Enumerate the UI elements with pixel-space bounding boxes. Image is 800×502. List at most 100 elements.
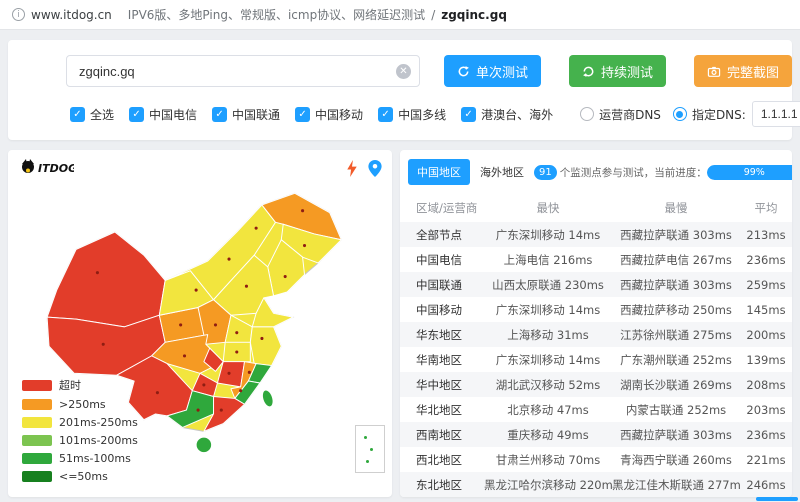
cell-fastest: 上海移动 31ms <box>484 322 612 347</box>
table-row[interactable]: 东北地区黑龙江哈尔滨移动 220ms黑龙江佳木斯联通 277ms246ms <box>400 472 792 497</box>
table-row[interactable]: 华东地区上海移动 31ms江苏徐州联通 275ms200ms <box>400 322 792 347</box>
latency-table-body: 全部节点广东深圳移动 14ms西藏拉萨联通 303ms213ms中国电信上海电信… <box>400 222 792 497</box>
map-legend: 超时 >250ms 201ms-250ms 101ms-200ms 51ms-100ms… <box>22 372 138 483</box>
progress-fill: 99% <box>707 165 792 180</box>
horizontal-scrollbar-thumb[interactable] <box>756 497 798 501</box>
cell-fastest: 黑龙江哈尔滨移动 220ms <box>484 472 612 497</box>
table-row[interactable]: 西北地区甘肃兰州移动 70ms青海西宁联通 260ms221ms <box>400 447 792 472</box>
cell-fastest: 北京移动 47ms <box>484 397 612 422</box>
checkbox-check-icon: ✓ <box>461 107 476 122</box>
lightning-icon[interactable] <box>346 160 358 177</box>
legend-item: 51ms-100ms <box>22 452 138 465</box>
checkbox-label: 全选 <box>90 106 114 123</box>
cell-region: 华北地区 <box>400 397 484 422</box>
site-info-icon[interactable]: i <box>12 8 25 21</box>
filter-row: ✓全选✓中国电信✓中国联通✓中国移动✓中国多线✓港澳台、海外 运营商DNS 指定… <box>8 87 792 127</box>
continuous-test-button[interactable]: 持续测试 <box>569 55 666 87</box>
checkbox-中国移动[interactable]: ✓中国移动 <box>295 106 363 123</box>
location-pin-icon[interactable] <box>368 160 382 177</box>
checkbox-中国多线[interactable]: ✓中国多线 <box>378 106 446 123</box>
cell-fastest: 湖北武汉移动 52ms <box>484 372 612 397</box>
cell-region: 全部节点 <box>400 222 484 247</box>
legend-label: 101ms-200ms <box>59 434 138 447</box>
checkbox-label: 中国电信 <box>149 106 197 123</box>
map-panel: ITDOG <box>8 150 392 497</box>
cell-avg: 139ms <box>740 347 792 372</box>
legend-item: 101ms-200ms <box>22 434 138 447</box>
checkbox-check-icon: ✓ <box>129 107 144 122</box>
cell-avg: 145ms <box>740 297 792 322</box>
table-row[interactable]: 西南地区重庆移动 49ms西藏拉萨联通 303ms236ms <box>400 422 792 447</box>
continuous-test-label: 持续测试 <box>601 62 653 81</box>
full-screenshot-button[interactable]: 完整截图 <box>694 55 792 87</box>
checkbox-中国电信[interactable]: ✓ 中国电信 <box>129 106 197 123</box>
radio-dns-label: 指定DNS: <box>692 106 746 123</box>
single-test-button[interactable]: 单次测试 <box>444 55 541 87</box>
legend-item: >250ms <box>22 398 138 411</box>
col-fastest: 最快 <box>484 194 612 222</box>
checkbox-全选[interactable]: ✓ 全选 <box>70 106 114 123</box>
checkbox-中国联通[interactable]: ✓中国联通 <box>212 106 280 123</box>
current-target-host: zgqinc.gq <box>441 8 507 22</box>
screen: i www.itdog.cn IPV6版、多地Ping、常规版、icmp协议、网… <box>0 0 800 502</box>
checkbox-check-icon: ✓ <box>70 107 85 122</box>
cell-region: 东北地区 <box>400 472 484 497</box>
col-region: 区域/运营商 <box>400 194 484 222</box>
cell-avg: 203ms <box>740 397 792 422</box>
radio-custom-dns[interactable]: 指定DNS: <box>673 106 746 123</box>
cell-slowest: 西藏拉萨移动 250ms <box>612 297 740 322</box>
checkbox-check-icon: ✓ <box>378 107 393 122</box>
cell-avg: 213ms <box>740 222 792 247</box>
cell-region: 华中地区 <box>400 372 484 397</box>
checkbox-港澳台、海外[interactable]: ✓ 港澳台、海外 <box>461 106 553 123</box>
legend-item: 超时 <box>22 377 138 393</box>
legend-swatch <box>22 435 52 446</box>
progress-text: 个监测点参与测试，当前进度： <box>560 165 707 180</box>
results-panel: 中国地区 海外地区 91 个监测点参与测试，当前进度： 99% 区域/运营商 最… <box>400 150 792 497</box>
table-row[interactable]: 华中地区湖北武汉移动 52ms湖南长沙联通 269ms208ms <box>400 372 792 397</box>
cell-slowest: 西藏拉萨联通 303ms <box>612 272 740 297</box>
site-url[interactable]: www.itdog.cn <box>31 8 112 22</box>
svg-text:ITDOG: ITDOG <box>38 162 74 175</box>
radio-circle-checked-icon <box>673 107 687 121</box>
tab-overseas-region[interactable]: 海外地区 <box>480 164 524 180</box>
legend-label: <=50ms <box>59 470 108 483</box>
cell-avg: 208ms <box>740 372 792 397</box>
legend-label: 201ms-250ms <box>59 416 138 429</box>
cell-fastest: 广东深圳移动 14ms <box>484 222 612 247</box>
cell-avg: 200ms <box>740 322 792 347</box>
cell-avg: 236ms <box>740 247 792 272</box>
full-screenshot-label: 完整截图 <box>727 62 779 81</box>
cell-slowest: 广东潮州联通 252ms <box>612 347 740 372</box>
target-input[interactable] <box>67 64 419 79</box>
tab-china-region[interactable]: 中国地区 <box>408 159 470 185</box>
table-row[interactable]: 全部节点广东深圳移动 14ms西藏拉萨联通 303ms213ms <box>400 222 792 247</box>
cell-slowest: 西藏拉萨电信 267ms <box>612 247 740 272</box>
table-row[interactable]: 中国移动广东深圳移动 14ms西藏拉萨移动 250ms145ms <box>400 297 792 322</box>
table-row[interactable]: 中国电信上海电信 216ms西藏拉萨电信 267ms236ms <box>400 247 792 272</box>
checkbox-label: 中国联通 <box>232 106 280 123</box>
table-row[interactable]: 华南地区广东深圳移动 14ms广东潮州联通 252ms139ms <box>400 347 792 372</box>
target-search-box: ✕ <box>66 55 420 87</box>
col-average: 平均 <box>740 194 792 222</box>
checkbox-label: 港澳台、海外 <box>481 106 553 123</box>
clear-input-icon[interactable]: ✕ <box>396 64 411 79</box>
radio-isp-label: 运营商DNS <box>599 106 661 123</box>
south-china-sea-inset <box>355 425 385 473</box>
radio-isp-dns[interactable]: 运营商DNS <box>580 106 661 123</box>
legend-item: <=50ms <box>22 470 138 483</box>
checkbox-label: 中国移动 <box>315 106 363 123</box>
col-slowest: 最慢 <box>612 194 740 222</box>
page-title-text: IPV6版、多地Ping、常规版、icmp协议、网络延迟测试 <box>128 6 425 23</box>
legend-label: 超时 <box>59 377 81 393</box>
table-row[interactable]: 华北地区北京移动 47ms内蒙古联通 252ms203ms <box>400 397 792 422</box>
browser-titlebar: i www.itdog.cn IPV6版、多地Ping、常规版、icmp协议、网… <box>0 0 800 30</box>
cell-fastest: 上海电信 216ms <box>484 247 612 272</box>
cell-fastest: 广东深圳移动 14ms <box>484 297 612 322</box>
table-header-row: 区域/运营商 最快 最慢 平均 <box>400 194 792 222</box>
cell-avg: 236ms <box>740 422 792 447</box>
dns-input[interactable] <box>752 101 800 127</box>
progress-percent: 99% <box>744 167 765 178</box>
table-row[interactable]: 中国联通山西太原联通 230ms西藏拉萨联通 303ms259ms <box>400 272 792 297</box>
cell-slowest: 湖南长沙联通 269ms <box>612 372 740 397</box>
